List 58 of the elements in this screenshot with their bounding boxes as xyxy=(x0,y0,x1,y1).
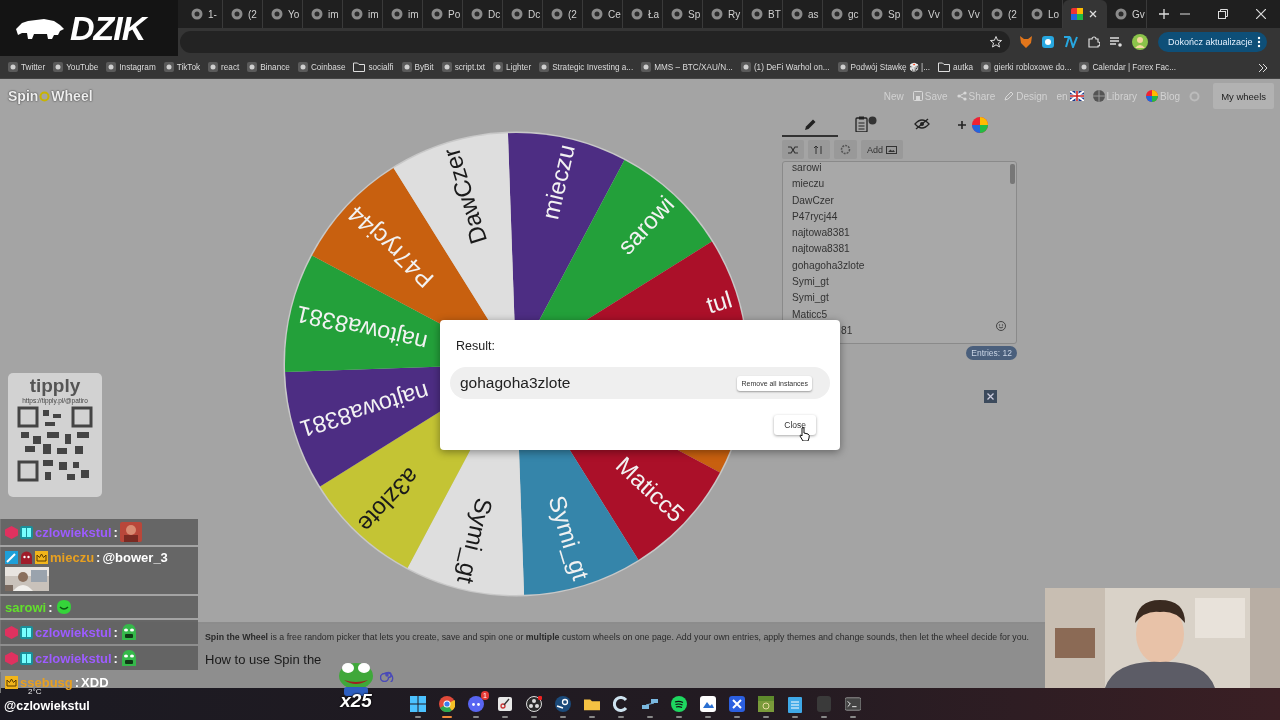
logo-text: Spin xyxy=(8,88,39,104)
chat-separator: : xyxy=(113,624,118,640)
combo-count: x25 xyxy=(340,690,372,712)
bookmark[interactable]: script.txt xyxy=(441,62,486,72)
bookmark[interactable]: Lighter xyxy=(493,62,532,72)
bookmark[interactable]: ByBit xyxy=(401,62,434,72)
entry-text: najtowa8381 xyxy=(792,227,850,239)
entry-text: najtowa8381 xyxy=(792,243,850,255)
bookmark[interactable]: Calendar | Forex Fac... xyxy=(1079,62,1177,72)
entry-text: mieczu xyxy=(792,178,825,190)
bookmark[interactable]: socialfi xyxy=(353,62,394,72)
entry-text: 81 xyxy=(841,324,853,336)
bookmark[interactable]: Twitter xyxy=(8,62,46,72)
add-image-button[interactable]: Add xyxy=(861,140,903,159)
entry-text: Symi_gt xyxy=(792,276,829,288)
wheel-label: tul xyxy=(702,285,736,319)
bookmark[interactable]: Instagram xyxy=(106,62,156,72)
logo-text: tipply xyxy=(29,375,81,397)
bookmark[interactable]: YouTube xyxy=(53,62,99,72)
wheel-label: mieczu xyxy=(536,141,580,222)
entry-text: Maticc5 xyxy=(792,308,828,320)
dialog-title: Result: xyxy=(456,339,495,353)
wheel-label: Symi_gt xyxy=(452,495,499,587)
chat-separator: : xyxy=(113,650,118,666)
streamer-name: @czlowiekstul xyxy=(4,699,90,713)
weather-text: 2°C xyxy=(28,687,42,696)
description-text: Spin the Wheel is a free random picker that lets you create, save and spin one or multiple custom wheels on one page. Add your own entries, apply themes and change sounds, then let the wheel decide for you. xyxy=(205,632,1029,642)
chat-separator: : xyxy=(96,550,101,565)
bookmark[interactable]: (1) DeFi Warhol on... xyxy=(740,62,830,72)
bookmark[interactable]: Binance xyxy=(247,62,290,72)
entries-field[interactable]: sarowi mieczu DawCzer P47rycj44 najtowa8381 najtowa8381 gohagoha3zlote Symi_gt Symi_gt Maticc5 81 xyxy=(782,161,1017,344)
chat-message: XDD xyxy=(81,675,109,690)
chat-separator: : xyxy=(113,524,118,540)
bookmark[interactable]: autka xyxy=(938,62,974,72)
entries-count: Entries: 12 xyxy=(966,346,1017,360)
bookmark[interactable]: TikTok xyxy=(163,62,201,72)
bookmark[interactable]: react xyxy=(208,62,240,72)
bookmark[interactable]: Podwój Stawkę 🎲 |... xyxy=(837,62,931,72)
bookmark[interactable]: MMS – BTC/XAU/N... xyxy=(641,62,733,72)
logo-text: DZIK xyxy=(70,8,146,48)
bookmark[interactable]: Strategic Investing a... xyxy=(539,62,634,72)
entry-text: Symi_gt xyxy=(792,292,829,304)
my-wheels-button[interactable]: My wheels xyxy=(1213,83,1274,109)
bookmark[interactable]: gierki robloxowe do... xyxy=(981,62,1072,72)
entry-text: DawCzer xyxy=(792,194,834,206)
chat-separator: : xyxy=(74,675,80,690)
chat-message: @bower_3 xyxy=(102,550,168,565)
wheel-label: Symi_gt xyxy=(543,492,595,584)
update-button[interactable]: Dokończ aktualizacje xyxy=(1158,32,1267,52)
close-button[interactable]: Close xyxy=(774,415,816,435)
entry-text: P47rycj44 xyxy=(792,210,838,222)
entry-text: sarowi xyxy=(792,162,822,173)
bookmark[interactable]: Coinbase xyxy=(297,62,346,72)
result-text: gohagoha3zlote xyxy=(460,374,571,392)
section-heading: How to use Spin the xyxy=(205,652,322,667)
entry-text: gohagoha3zlote xyxy=(792,259,865,271)
chat-separator: : xyxy=(48,599,53,615)
logo-text: Wheel xyxy=(51,88,93,104)
